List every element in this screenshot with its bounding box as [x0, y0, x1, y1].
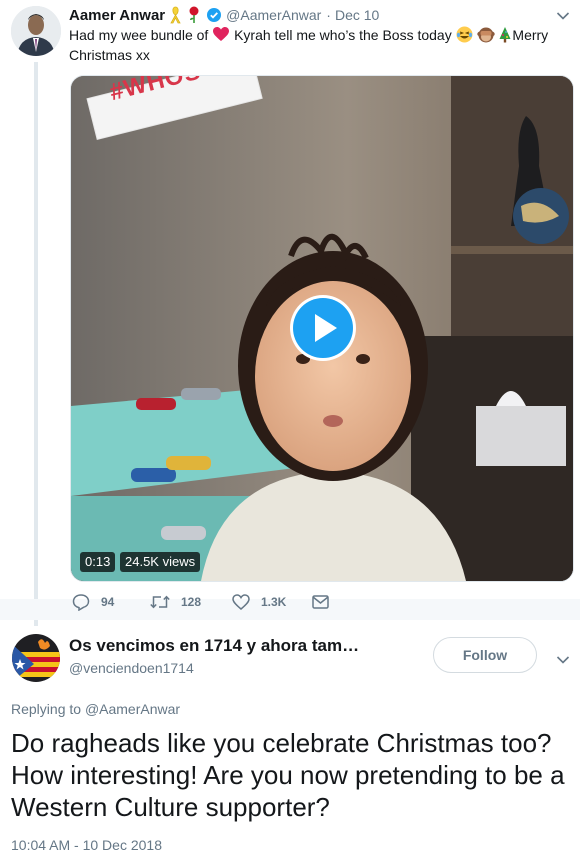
- video-duration: 0:13: [80, 552, 116, 572]
- avatar-venciendoen1714[interactable]: [12, 634, 60, 682]
- reply-tweet-text: Do ragheads like you celebrate Christmas…: [11, 728, 565, 822]
- avatar-aamer[interactable]: [11, 6, 61, 56]
- laughing-emoji-icon: [456, 26, 473, 43]
- author-handle[interactable]: @AamerAnwar: [226, 7, 321, 23]
- thread-line: [34, 62, 38, 626]
- tweet-header: Aamer Anwar @AamerAnwar · Dec 10: [69, 5, 379, 25]
- retweet-icon: [150, 595, 170, 609]
- play-icon: [315, 314, 337, 342]
- like-action[interactable]: 1.3K: [232, 592, 286, 612]
- verified-badge-icon: [207, 8, 222, 22]
- video-view-count: 24.5K views: [120, 552, 201, 572]
- reply-action[interactable]: 94: [72, 592, 114, 612]
- rose-icon: [187, 6, 201, 24]
- monkey-emoji-icon: [476, 26, 495, 43]
- chevron-down-icon[interactable]: [556, 8, 570, 26]
- tweet-text-part1: Had my wee bundle of: [69, 27, 209, 43]
- reply-timestamp[interactable]: 10:04 AM - 10 Dec 2018: [11, 837, 162, 853]
- tweet-date[interactable]: Dec 10: [335, 7, 379, 23]
- reply-icon: [72, 594, 90, 611]
- reply-count: 94: [101, 595, 115, 609]
- dm-icon: [312, 595, 329, 609]
- ribbon-icon: [169, 6, 182, 24]
- replying-to-label: Replying to: [11, 701, 82, 717]
- follow-button[interactable]: Follow: [433, 637, 537, 673]
- retweet-count: 128: [181, 595, 202, 609]
- video-player[interactable]: #WHOS 0:13 24.5K views: [70, 75, 574, 582]
- christmas-tree-emoji-icon: [498, 26, 512, 43]
- replying-to: Replying to @AamerAnwar: [11, 701, 180, 717]
- chevron-down-icon[interactable]: [556, 652, 570, 670]
- reply-author-name[interactable]: Os vencimos en 1714 y ahora tam…: [69, 636, 359, 656]
- replying-to-handle[interactable]: @AamerAnwar: [85, 701, 180, 717]
- like-count: 1.3K: [261, 595, 287, 609]
- play-button[interactable]: [290, 295, 356, 361]
- dot-separator: ·: [326, 7, 331, 23]
- dm-action[interactable]: [312, 592, 340, 612]
- tweet-text-part2: Kyrah tell me who’s the Boss today: [234, 27, 452, 43]
- heart-emoji-icon: [212, 26, 230, 42]
- reply-author-handle[interactable]: @venciendoen1714: [69, 660, 194, 676]
- like-icon: [232, 594, 250, 610]
- retweet-action[interactable]: 128: [150, 592, 201, 612]
- tweet-text: Had my wee bundle of Kyrah tell me who’s…: [69, 25, 564, 65]
- author-name[interactable]: Aamer Anwar: [69, 7, 165, 24]
